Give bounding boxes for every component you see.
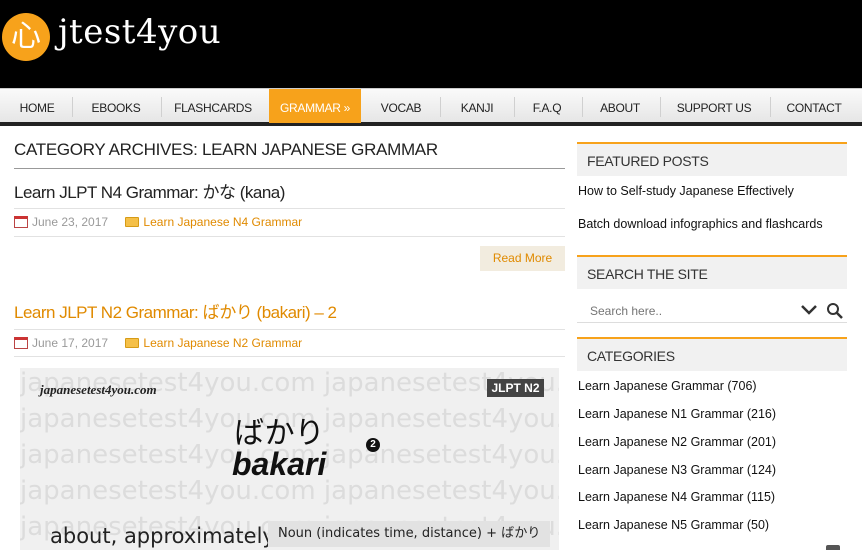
- nav-item-faq[interactable]: F.A.Q: [530, 89, 564, 123]
- categories-heading: CATEGORIES: [577, 337, 847, 371]
- folder-icon: [125, 217, 140, 227]
- category-link[interactable]: Learn Japanese N2 Grammar (201): [578, 435, 776, 449]
- category-link[interactable]: Learn Japanese N4 Grammar (115): [578, 490, 775, 504]
- infographic-site: japanesetest4you.com: [40, 382, 157, 397]
- nav-item-ebooks[interactable]: EBOOKS: [88, 89, 144, 123]
- post-title-link[interactable]: Learn JLPT N2 Grammar: ばかり (bakari) – 2: [14, 298, 337, 323]
- post-category-link[interactable]: Learn Japanese N2 Grammar: [143, 336, 302, 350]
- scroll-to-top-handle[interactable]: [826, 545, 840, 550]
- site-header: 心 jtest4you: [0, 0, 862, 88]
- nav-divider: [582, 97, 583, 117]
- grammar-meaning: about, approximately: [50, 524, 275, 548]
- post-divider: [14, 208, 565, 209]
- category-link[interactable]: Learn Japanese N1 Grammar (216): [578, 407, 776, 421]
- featured-post-link[interactable]: Batch download infographics and flashcar…: [578, 217, 823, 231]
- nav-divider: [770, 97, 771, 117]
- nav-item-kanji[interactable]: KANJI: [456, 89, 498, 123]
- search-heading: SEARCH THE SITE: [577, 255, 847, 289]
- post-divider: [14, 236, 565, 237]
- jlpt-level-badge: JLPT N2: [487, 379, 544, 397]
- featured-posts-heading: FEATURED POSTS: [577, 142, 847, 176]
- grammar-romaji: bakari: [232, 446, 327, 482]
- nav-item-flashcards[interactable]: FLASHCARDS: [174, 89, 252, 123]
- post-meta: June 23, 2017 Learn Japanese N4 Grammar: [14, 215, 302, 229]
- nav-divider: [72, 97, 73, 117]
- post-title-link[interactable]: Learn JLPT N4 Grammar: かな (kana): [14, 178, 285, 203]
- featured-post-link[interactable]: How to Self-study Japanese Effectively: [578, 184, 794, 198]
- page-title: CATEGORY ARCHIVES: LEARN JAPANESE GRAMMA…: [14, 140, 438, 159]
- site-name[interactable]: jtest4you: [58, 12, 221, 52]
- nav-item-support-us[interactable]: SUPPORT US: [676, 89, 752, 123]
- folder-icon: [125, 338, 140, 348]
- post-date: June 23, 2017: [32, 215, 109, 229]
- main-nav: HOME EBOOKS FLASHCARDS GRAMMAR » VOCAB K…: [0, 88, 862, 126]
- chevron-down-icon[interactable]: [800, 303, 818, 317]
- search-underline: [577, 322, 847, 323]
- search-input[interactable]: [580, 298, 816, 324]
- search-icon[interactable]: [826, 302, 844, 320]
- nav-item-contact[interactable]: CONTACT: [786, 89, 842, 123]
- calendar-icon: [14, 216, 28, 228]
- page-content: CATEGORY ARCHIVES: LEARN JAPANESE GRAMMA…: [0, 126, 862, 550]
- nav-item-home[interactable]: HOME: [14, 89, 60, 123]
- category-link[interactable]: Learn Japanese N5 Grammar (50): [578, 518, 769, 532]
- category-link[interactable]: Learn Japanese Grammar (706): [578, 379, 757, 393]
- post-meta: June 17, 2017 Learn Japanese N2 Grammar: [14, 336, 302, 350]
- post-divider: [14, 329, 565, 330]
- category-link[interactable]: Learn Japanese N3 Grammar (124): [578, 463, 776, 477]
- logo-glyph: 心: [11, 19, 41, 54]
- nav-divider: [660, 97, 661, 117]
- nav-item-grammar[interactable]: GRAMMAR »: [269, 89, 361, 123]
- logo-icon[interactable]: 心: [2, 13, 50, 61]
- grammar-number-badge: 2: [366, 438, 380, 452]
- nav-item-vocab[interactable]: VOCAB: [378, 89, 424, 123]
- post-divider: [14, 356, 565, 357]
- nav-item-about[interactable]: ABOUT: [598, 89, 642, 123]
- nav-divider: [440, 97, 441, 117]
- post-category-link[interactable]: Learn Japanese N4 Grammar: [143, 215, 302, 229]
- nav-divider: [514, 97, 515, 117]
- grammar-pattern: Noun (indicates time, distance) + ばかり: [268, 521, 551, 547]
- calendar-icon: [14, 337, 28, 349]
- read-more-button[interactable]: Read More: [480, 246, 565, 271]
- post-date: June 17, 2017: [32, 336, 109, 350]
- title-divider: [14, 168, 565, 169]
- nav-divider: [161, 97, 162, 117]
- post-infographic[interactable]: japanesetest4you.com japanesetest4you.co…: [20, 368, 559, 550]
